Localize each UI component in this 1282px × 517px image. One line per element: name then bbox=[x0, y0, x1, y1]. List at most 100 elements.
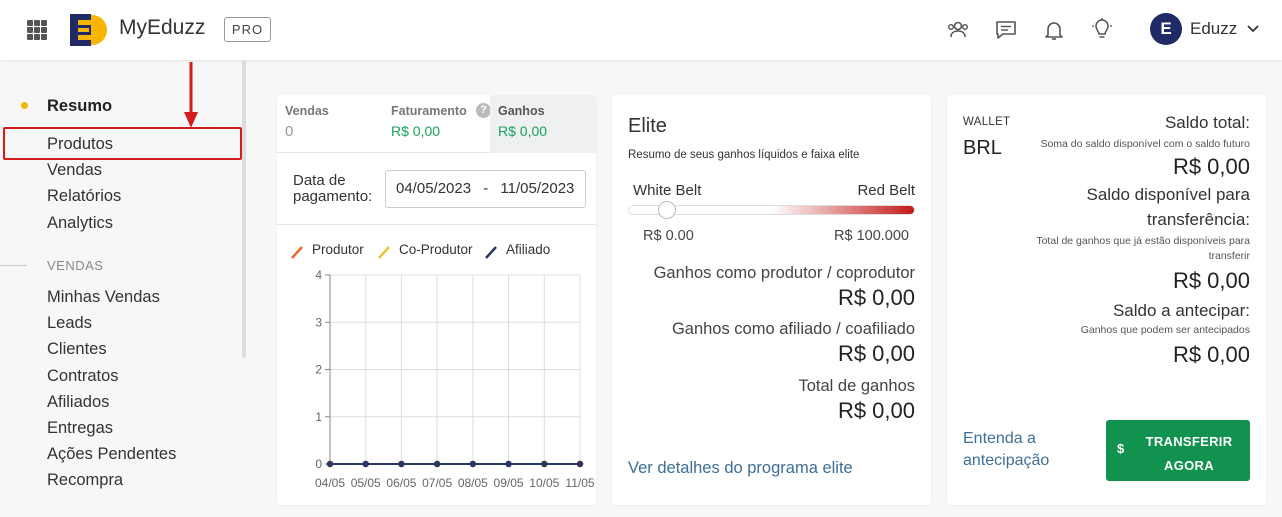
available-balance-note-2: transferir bbox=[1208, 250, 1250, 262]
x-tick-label: 11/05 bbox=[565, 476, 594, 490]
users-icon[interactable] bbox=[946, 18, 970, 42]
tab-vendas-label: Vendas bbox=[285, 104, 329, 118]
belt-progress-knob bbox=[658, 201, 676, 219]
sidebar-item-resumo[interactable]: Resumo bbox=[47, 97, 112, 116]
sidebar-item-analytics[interactable]: Analytics bbox=[47, 214, 113, 233]
lightbulb-icon[interactable] bbox=[1090, 18, 1114, 42]
data-point bbox=[362, 460, 369, 468]
total-balance-value: R$ 0,00 bbox=[1172, 154, 1250, 179]
sidebar-item-vendas[interactable]: Vendas bbox=[47, 161, 102, 180]
user-name[interactable]: Eduzz bbox=[1190, 19, 1237, 39]
sidebar-item-recompra[interactable]: Recompra bbox=[47, 471, 123, 490]
tab-faturamento-label: Faturamento bbox=[391, 104, 467, 118]
sidebar-item-entregas[interactable]: Entregas bbox=[47, 419, 113, 438]
highlight-box bbox=[3, 127, 242, 160]
chat-icon[interactable] bbox=[994, 18, 1018, 42]
sidebar-item-minhas-vendas[interactable]: Minhas Vendas bbox=[47, 288, 160, 307]
tab-ganhos[interactable]: Ganhos R$ 0,00 bbox=[490, 95, 596, 153]
y-tick-label: 2 bbox=[315, 363, 322, 377]
x-tick-label: 04/05 bbox=[315, 476, 345, 490]
wallet-card: WALLET BRL Saldo total: Soma do saldo di… bbox=[947, 95, 1266, 505]
data-point bbox=[326, 460, 334, 468]
legend-afiliado-icon bbox=[485, 246, 497, 259]
data-point bbox=[576, 460, 584, 468]
transfer-now-button[interactable]: $ TRANSFERIR AGORA bbox=[1106, 420, 1250, 481]
available-balance-value: R$ 0,00 bbox=[1172, 268, 1250, 293]
earnings-chart: 0 1 2 3 4 04/05 05/05 06/05 07/05 08/05 09/05 10/05… bbox=[315, 268, 595, 490]
affiliate-gains-value: R$ 0,00 bbox=[837, 341, 915, 366]
dollar-icon: $ bbox=[1117, 441, 1125, 456]
chevron-down-icon[interactable] bbox=[1246, 22, 1260, 36]
tab-vendas[interactable]: Vendas 0 bbox=[277, 95, 383, 153]
bell-icon[interactable] bbox=[1042, 18, 1066, 42]
total-balance-note: Soma do saldo disponível com o saldo fut… bbox=[1040, 138, 1250, 150]
sidebar-item-relatorios[interactable]: Relatórios bbox=[47, 187, 121, 206]
x-tick-label: 07/05 bbox=[422, 476, 452, 490]
tab-faturamento-value: R$ 0,00 bbox=[391, 123, 441, 139]
belt-start-label: White Belt bbox=[633, 182, 702, 199]
apps-grid-icon[interactable] bbox=[27, 20, 47, 40]
x-tick-label: 08/05 bbox=[458, 476, 488, 490]
total-gains-value: R$ 0,00 bbox=[837, 398, 915, 423]
eduzz-logo[interactable] bbox=[68, 11, 108, 49]
wallet-currency: BRL bbox=[963, 137, 1002, 159]
wallet-label: WALLET bbox=[963, 116, 1011, 128]
data-point bbox=[469, 460, 477, 468]
total-gains-label: Total de ganhos bbox=[798, 377, 915, 395]
help-icon[interactable]: ? bbox=[476, 103, 491, 118]
anticipate-balance-note: Ganhos que podem ser antecipados bbox=[1080, 324, 1250, 336]
sidebar-item-acoes-pendentes[interactable]: Ações Pendentes bbox=[47, 445, 176, 464]
affiliate-gains-label: Ganhos como afiliado / coafiliado bbox=[671, 320, 915, 338]
anticipate-balance-title: Saldo a antecipar: bbox=[1112, 301, 1250, 320]
y-tick-label: 0 bbox=[315, 457, 322, 471]
sidebar-item-afiliados[interactable]: Afiliados bbox=[47, 393, 109, 412]
belt-end-label: Red Belt bbox=[857, 182, 915, 199]
data-point bbox=[541, 460, 548, 468]
data-point bbox=[398, 460, 405, 468]
summary-tabs: Vendas 0 Faturamento R$ 0,00 ? Ganhos R$… bbox=[277, 95, 596, 153]
section-divider bbox=[0, 265, 27, 266]
tab-vendas-value: 0 bbox=[285, 123, 294, 140]
user-avatar[interactable]: E bbox=[1150, 13, 1182, 45]
tab-faturamento[interactable]: Faturamento R$ 0,00 bbox=[383, 95, 490, 153]
sidebar-item-clientes[interactable]: Clientes bbox=[47, 340, 107, 359]
summary-card: Vendas 0 Faturamento R$ 0,00 ? Ganhos R$… bbox=[277, 95, 596, 505]
date-label: Data de pagamento: bbox=[293, 172, 373, 205]
date-range-input[interactable]: 04/05/2023 - 11/05/2023 bbox=[385, 170, 586, 208]
top-bar: MyEduzz PRO E Eduzz bbox=[0, 0, 1282, 60]
sidebar-scrollbar[interactable] bbox=[242, 60, 246, 358]
data-point bbox=[433, 460, 441, 468]
section-title-vendas: VENDAS bbox=[47, 258, 104, 273]
x-tick-label: 06/05 bbox=[386, 476, 416, 490]
brand-name: MyEduzz bbox=[119, 16, 206, 39]
sidebar-item-leads[interactable]: Leads bbox=[47, 314, 92, 333]
total-balance-title: Saldo total: bbox=[1164, 113, 1250, 132]
elite-card: Elite Resumo de seus ganhos líquidos e f… bbox=[612, 95, 931, 505]
date-end: 11/05/2023 bbox=[500, 180, 575, 197]
anticipate-balance-value: R$ 0,00 bbox=[1172, 342, 1250, 367]
x-tick-label: 05/05 bbox=[351, 476, 381, 490]
x-tick-label: 10/05 bbox=[529, 476, 559, 490]
elite-details-link[interactable]: Ver detalhes do programa elite bbox=[628, 459, 853, 478]
legend-produtor[interactable]: Produtor bbox=[312, 242, 364, 257]
available-balance-title-2: transferência: bbox=[1147, 210, 1250, 229]
date-separator: - bbox=[483, 180, 489, 197]
tab-ganhos-value: R$ 0,00 bbox=[498, 123, 548, 139]
producer-gains-value: R$ 0,00 bbox=[837, 285, 915, 310]
producer-gains-label: Ganhos como produtor / coprodutor bbox=[653, 264, 915, 282]
data-point bbox=[505, 460, 512, 468]
sidebar-item-contratos[interactable]: Contratos bbox=[47, 367, 119, 386]
active-indicator bbox=[21, 102, 28, 109]
card-divider bbox=[277, 224, 596, 225]
legend-produtor-icon bbox=[291, 246, 303, 259]
available-balance-note-1: Total de ganhos que já estão disponíveis… bbox=[1036, 235, 1250, 247]
belt-start-value: R$ 0.00 bbox=[643, 228, 694, 244]
legend-afiliado[interactable]: Afiliado bbox=[506, 242, 550, 257]
legend-coprodutor[interactable]: Co-Produtor bbox=[399, 242, 473, 257]
tab-ganhos-label: Ganhos bbox=[498, 104, 545, 118]
anticipation-info-link[interactable]: Entenda a antecipação bbox=[963, 428, 1083, 472]
red-arrow-annotation bbox=[184, 62, 198, 128]
y-tick-label: 4 bbox=[315, 268, 322, 282]
pro-badge: PRO bbox=[224, 17, 271, 42]
y-tick-label: 3 bbox=[315, 315, 322, 329]
